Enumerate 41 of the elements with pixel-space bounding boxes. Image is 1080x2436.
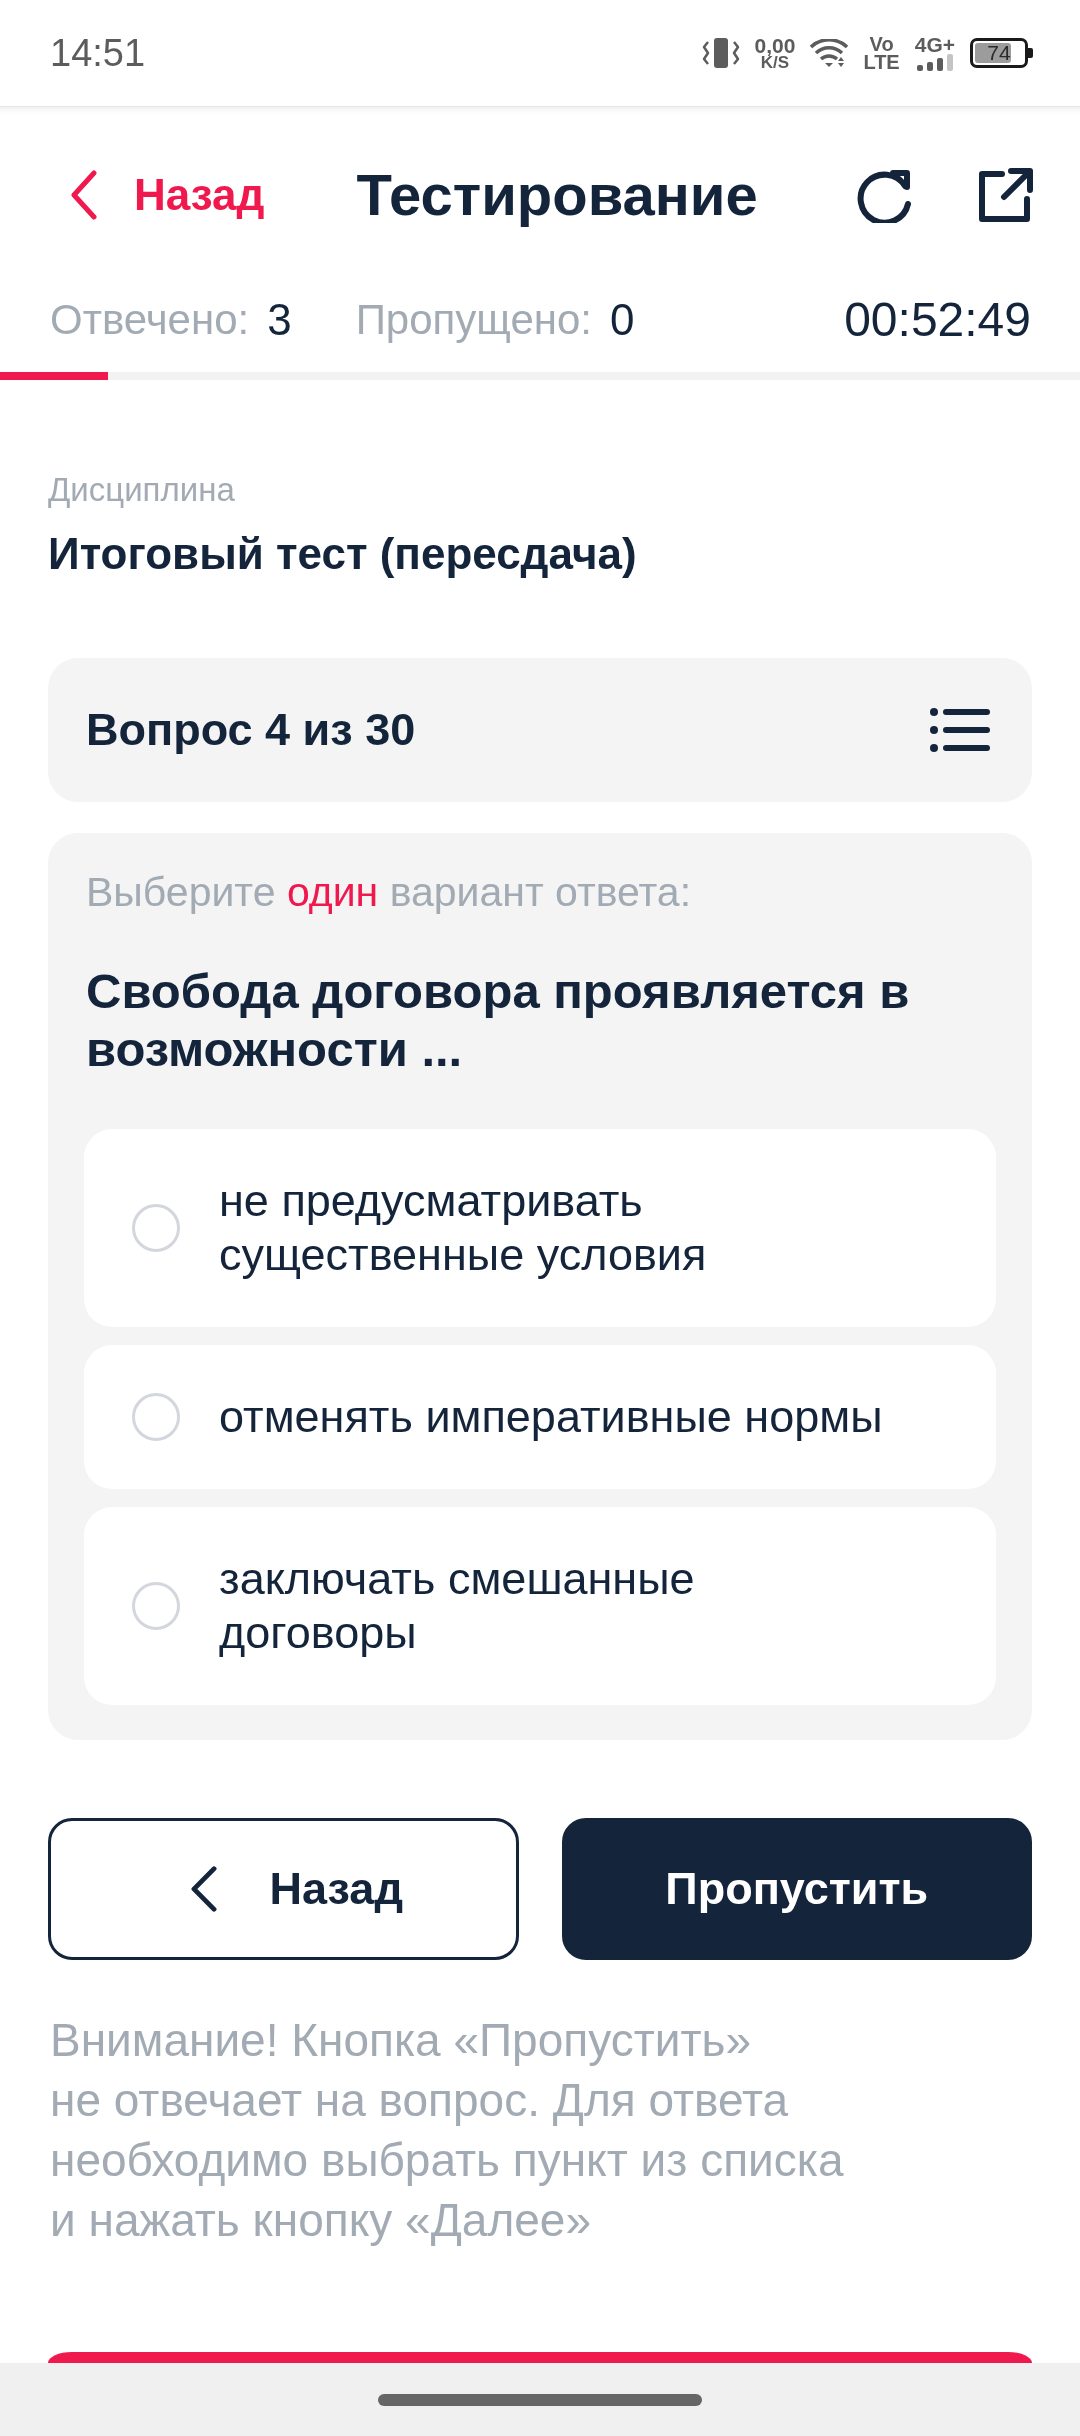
answered-label: Отвечено: xyxy=(50,295,250,345)
volte-label: LTE xyxy=(863,53,900,71)
question-counter: Вопрос 4 из 30 xyxy=(86,704,416,756)
status-time: 14:51 xyxy=(50,31,146,75)
instruction-text: Выберите один вариант ответа: xyxy=(86,868,693,916)
chevron-left-icon xyxy=(70,170,98,220)
answered-count: 3 xyxy=(267,295,292,345)
chevron-left-icon xyxy=(189,1866,218,1912)
wifi-icon xyxy=(810,39,849,67)
answer-option[interactable]: не предусматривать существенные условия xyxy=(84,1129,996,1327)
signal-bars-icon xyxy=(917,54,955,71)
answer-option[interactable]: заключать смешанные договоры xyxy=(84,1507,996,1705)
vibrate-icon xyxy=(701,38,740,68)
skipped-count: 0 xyxy=(609,295,635,345)
network-type: 4G+ xyxy=(914,35,955,54)
answer-option[interactable]: отменять императивные нормы xyxy=(84,1345,996,1489)
skipped-label: Пропущено: xyxy=(355,295,592,345)
question-text: Свобода договора проявляется в возможности ... xyxy=(86,963,911,1078)
refresh-icon[interactable] xyxy=(855,167,914,223)
discipline-label: Дисциплина xyxy=(48,472,236,508)
page-title: Тестирование xyxy=(356,161,758,229)
option-text: отменять императивные нормы xyxy=(219,1390,883,1444)
radio-button[interactable] xyxy=(132,1582,180,1630)
volte-label: Vo xyxy=(869,35,894,53)
option-text: не предусматривать существенные условия xyxy=(219,1174,708,1282)
home-indicator[interactable] xyxy=(378,2394,702,2406)
countdown-timer: 00:52:49 xyxy=(844,293,1031,347)
network-speed-unit: K/S xyxy=(760,55,790,70)
discipline-name: Итоговый тест (пересдача) xyxy=(48,528,638,580)
back-link[interactable]: Назад xyxy=(70,169,265,221)
warning-note: Внимание! Кнопка «Пропустить» не отвечает на вопрос. Для ответа необходимо выбрать пункт из списка и нажать кнопку «Далее» xyxy=(50,2013,845,2248)
back-button[interactable]: Назад xyxy=(48,1818,519,1960)
question-list-icon[interactable] xyxy=(930,708,990,752)
radio-button[interactable] xyxy=(132,1393,180,1441)
option-text: заключать смешанные договоры xyxy=(219,1552,696,1660)
battery-indicator: 74 xyxy=(970,38,1033,68)
primary-button[interactable] xyxy=(48,2352,1032,2363)
network-speed: 0,00 xyxy=(754,36,796,55)
skip-button[interactable]: Пропустить xyxy=(561,1818,1032,1960)
external-link-icon[interactable] xyxy=(978,167,1034,223)
radio-button[interactable] xyxy=(132,1204,180,1252)
